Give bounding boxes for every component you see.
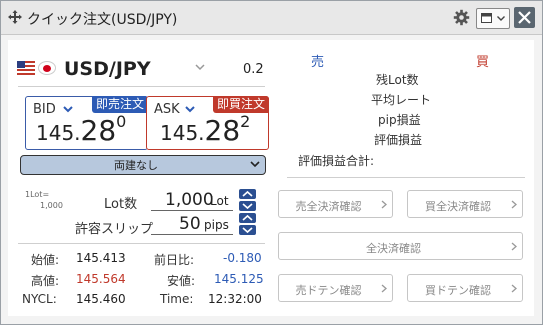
close-button[interactable] [514,7,535,28]
sell-all-close-label: 売全決済確認 [295,200,362,213]
high-value: 145.564 [76,272,126,286]
chevron-down-icon[interactable] [63,106,73,113]
lot-stepper[interactable] [239,189,256,211]
us-flag-icon [17,61,35,75]
buy-all-close-button[interactable]: 買全決済確認 [407,190,523,218]
open-label: 始値: [31,253,60,267]
low-value: 145.125 [214,272,264,286]
change-label: 前日比: [154,253,195,267]
lot-size-note-label: 1Lot= [25,190,50,199]
bid-price-box[interactable]: BID 即売注文 145.280 [25,96,148,150]
chevron-right-icon [511,242,517,251]
currency-pair-select[interactable]: USD/JPY [64,58,151,80]
spread-value: 0.2 [243,62,264,77]
lot-value: 1,000 [165,190,214,210]
all-close-label: 全決済確認 [366,242,421,255]
lot-input[interactable]: 1,000 Lot [151,190,233,211]
slippage-unit: pips [204,218,229,232]
jp-flag-icon [38,61,56,75]
chevron-down-icon [250,161,260,168]
bid-price-fraction: 0 [116,112,127,131]
high-label: 高値: [31,274,60,288]
lot-size-note-value: 1,000 [40,201,63,210]
remaining-lots-label: 残Lot数 [376,73,419,87]
slippage-input[interactable]: 50 pips [151,214,233,235]
all-close-button[interactable]: 全決済確認 [278,232,523,260]
lot-unit: Lot [210,194,229,208]
move-icon[interactable] [8,10,22,24]
divider [287,177,525,178]
nycl-value: 145.460 [76,292,126,306]
chevron-down-icon[interactable] [185,106,195,113]
bid-price-pips: 28 [80,114,117,147]
gear-icon[interactable] [453,9,470,26]
lot-label: Lot数 [104,197,138,212]
pip-pnl-label: pip損益 [378,113,421,127]
chevron-down-icon [497,16,505,21]
sell-doten-label: 売ドテン確認 [295,284,362,297]
position-mode-select[interactable]: 両建なし [20,155,266,175]
close-icon [518,11,531,24]
bid-price: 145.280 [36,112,127,147]
ask-price-pips: 28 [204,114,241,147]
sell-doten-button[interactable]: 売ドテン確認 [278,274,393,302]
chevron-right-icon [381,200,387,209]
divider [18,86,265,87]
average-rate-label: 平均レート [371,93,432,107]
chevron-down-icon[interactable] [195,63,205,71]
sell-all-close-button[interactable]: 売全決済確認 [278,190,393,218]
window-mode-select[interactable] [476,8,510,29]
slippage-value: 50 [179,214,201,234]
ask-price-box[interactable]: ASK 即買注文 145.282 [146,96,269,150]
total-pnl-label: 評価損益合計: [298,154,375,168]
ask-price: 145.282 [160,112,251,147]
chevron-right-icon [511,284,517,293]
window-title: クイック注文(USD/JPY) [27,12,178,28]
chevron-right-icon [381,284,387,293]
divider [18,243,265,244]
slippage-label: 許容スリップ [75,222,154,237]
buy-doten-button[interactable]: 買ドテン確認 [407,274,523,302]
slippage-stepper[interactable] [239,213,256,235]
chevron-right-icon [511,200,517,209]
bid-price-main: 145. [36,121,81,145]
open-value: 145.413 [76,251,126,265]
buy-all-close-label: 買全決済確認 [425,200,491,213]
change-value: -0.180 [223,251,262,265]
ask-price-main: 145. [160,121,205,145]
valuation-pnl-label: 評価損益 [374,133,423,147]
buy-header: 買 [476,55,490,70]
buy-doten-label: 買ドテン確認 [425,284,491,297]
low-label: 安値: [167,274,196,288]
sell-header: 売 [311,55,325,70]
position-mode-value: 両建なし [114,159,158,172]
window-icon [481,13,492,23]
ask-price-fraction: 2 [240,112,251,131]
time-value: 12:32:00 [208,292,262,306]
title-bar[interactable]: クイック注文(USD/JPY) [1,1,542,35]
instant-sell-button[interactable]: 即売注文 [91,96,148,113]
instant-buy-button[interactable]: 即買注文 [212,96,269,113]
time-label: Time: [160,292,194,306]
nycl-label: NYCL: [22,292,57,306]
